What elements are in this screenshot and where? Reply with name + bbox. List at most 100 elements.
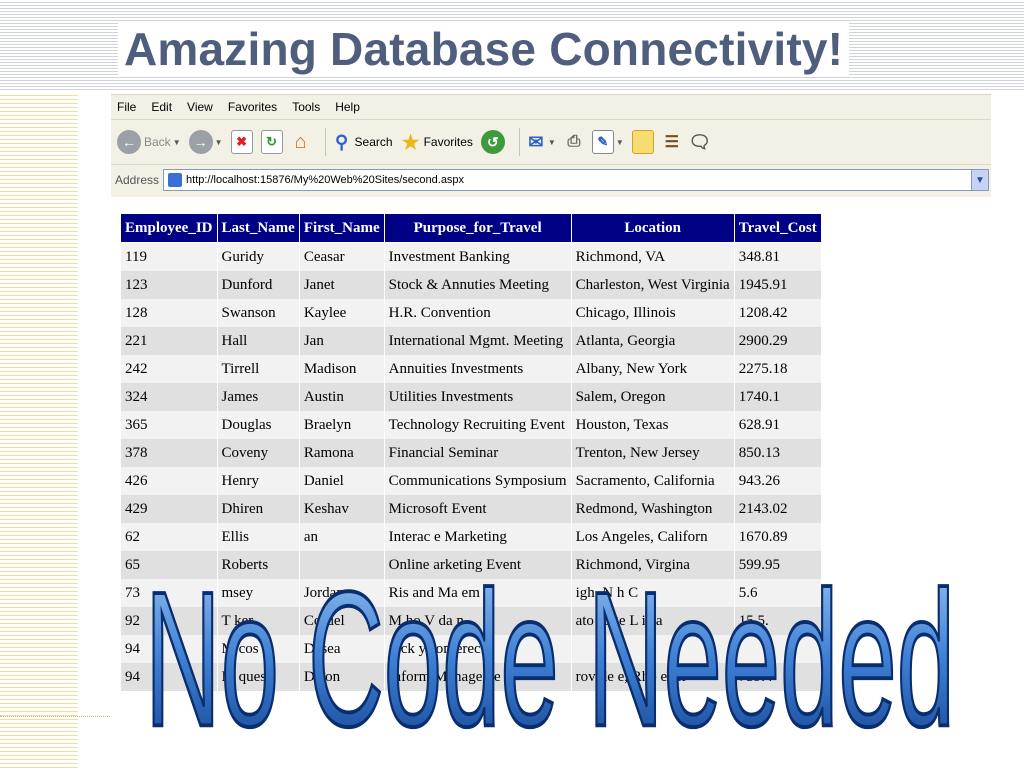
- cell-travel-cost: 2900.29: [733, 327, 822, 355]
- research-button[interactable]: ☰: [662, 131, 682, 153]
- cell-location: Charleston, West Virginia: [570, 271, 735, 299]
- cell-employee-id: 62: [120, 523, 218, 551]
- mail-button[interactable]: ✉ ▼: [526, 131, 556, 153]
- browser-window: File Edit View Favorites Tools Help ← Ba…: [111, 94, 991, 197]
- cell-purpose: Annuities Investments: [383, 355, 572, 383]
- home-button[interactable]: ⌂: [291, 131, 311, 153]
- refresh-button[interactable]: ↻: [260, 130, 283, 154]
- cell-first-name: Da on: [298, 663, 385, 691]
- table-row: 92 T ker Cordel M ho V da n ato R ge L i…: [120, 607, 822, 635]
- cell-travel-cost: 1670.89: [733, 523, 822, 551]
- cell-purpose: International Mgmt. Meeting: [383, 327, 572, 355]
- cell-travel-cost: 15 5.: [733, 607, 822, 635]
- cell-employee-id: 92: [120, 607, 218, 635]
- search-button[interactable]: ⚲ Search: [332, 131, 393, 153]
- home-icon: ⌂: [294, 130, 307, 153]
- slide-title: Amazing Database Connectivity!: [118, 22, 850, 76]
- cell-employee-id: 94: [120, 663, 218, 691]
- cell-purpose: Online arketing Event: [383, 551, 572, 579]
- cell-first-name: an: [298, 523, 385, 551]
- print-button[interactable]: ⎙: [564, 131, 584, 153]
- cell-employee-id: 221: [120, 327, 218, 355]
- cell-purpose: Microsoft Event: [383, 495, 572, 523]
- cell-last-name: Tirrell: [216, 355, 300, 383]
- edit-button[interactable]: ✎ ▼: [591, 130, 624, 154]
- cell-travel-cost: 2275.18: [733, 355, 822, 383]
- forward-arrow-icon: →: [188, 130, 213, 154]
- cell-purpose: Ris and Ma em t: [383, 579, 572, 607]
- menu-file[interactable]: File: [117, 100, 136, 114]
- discuss-button[interactable]: [631, 130, 654, 154]
- back-arrow-icon: ←: [117, 130, 141, 154]
- messenger-button[interactable]: 🗨: [688, 131, 712, 153]
- cell-purpose: Utilities Investments: [383, 383, 572, 411]
- cell-first-name: Ceasar: [298, 242, 385, 271]
- history-button[interactable]: ↺: [480, 130, 505, 154]
- menu-view[interactable]: View: [187, 100, 213, 114]
- edit-dropdown-icon[interactable]: ▼: [616, 138, 624, 147]
- cell-last-name: Henry: [216, 467, 300, 495]
- cell-location: rovide e, Rho e Isl: [570, 663, 735, 691]
- back-dropdown-icon[interactable]: ▼: [173, 138, 181, 147]
- cell-last-name: M cos: [216, 635, 300, 663]
- menu-edit[interactable]: Edit: [151, 100, 172, 114]
- cell-first-name: Austin: [298, 383, 385, 411]
- messenger-bubble-icon: 🗨: [688, 131, 712, 152]
- cell-travel-cost: 1740.1: [733, 383, 822, 411]
- search-label: Search: [354, 135, 393, 149]
- address-input[interactable]: http://localhost:15876/My%20Web%20Sites/…: [163, 169, 989, 191]
- note-icon: [631, 130, 654, 154]
- cell-first-name: Jordan: [298, 579, 385, 607]
- column-header-travel-cost: Travel_Cost: [733, 213, 822, 243]
- cell-location: Richmond, VA: [570, 242, 735, 271]
- cell-location: [570, 635, 735, 663]
- print-icon: ⎙: [567, 133, 581, 150]
- cell-last-name: T ker: [216, 607, 300, 635]
- table-row: 65 Roberts Online arketing Event Richmon…: [120, 551, 822, 579]
- menu-bar: File Edit View Favorites Tools Help: [111, 95, 991, 120]
- cell-location: Albany, New York: [570, 355, 735, 383]
- back-label: Back: [144, 135, 171, 149]
- back-button[interactable]: ← Back ▼: [117, 130, 181, 154]
- menu-tools[interactable]: Tools: [292, 100, 320, 114]
- address-dropdown-icon[interactable]: ▼: [971, 170, 988, 190]
- cell-location: Atlanta, Georgia: [570, 327, 735, 355]
- cell-last-name: Swanson: [216, 299, 300, 327]
- favorites-label: Favorites: [423, 135, 473, 149]
- cell-location: Los Angeles, Californ: [570, 523, 735, 551]
- stop-icon: ✖: [230, 130, 253, 154]
- column-header-location: Location: [570, 213, 735, 243]
- cell-purpose: H.R. Convention: [383, 299, 572, 327]
- favorites-button[interactable]: ★ Favorites: [401, 131, 473, 154]
- cell-employee-id: 378: [120, 439, 218, 467]
- table-row: 73 msey Jordan Ris and Ma em t igh, N h …: [120, 579, 822, 607]
- mail-icon: ✉: [528, 131, 544, 152]
- table-row: 426 Henry Daniel Communications Symposiu…: [120, 467, 822, 495]
- cell-employee-id: 365: [120, 411, 218, 439]
- table-row: 324 James Austin Utilities Investments S…: [120, 383, 822, 411]
- column-header-last-name: Last_Name: [216, 213, 300, 243]
- forward-dropdown-icon[interactable]: ▼: [215, 138, 223, 147]
- cell-location: Richmond, Virgina: [570, 551, 735, 579]
- cell-employee-id: 123: [120, 271, 218, 299]
- cell-location: Chicago, Illinois: [570, 299, 735, 327]
- cell-travel-cost: 2143.02: [733, 495, 822, 523]
- table-row: 119 Guridy Ceasar Investment Banking Ric…: [120, 242, 822, 271]
- cell-last-name: Coveny: [216, 439, 300, 467]
- cell-employee-id: 73: [120, 579, 218, 607]
- mail-dropdown-icon[interactable]: ▼: [548, 138, 556, 147]
- search-icon: ⚲: [334, 131, 349, 152]
- cell-first-name: Janet: [298, 271, 385, 299]
- cell-travel-cost: 943.26: [733, 467, 822, 495]
- cell-first-name: Jan: [298, 327, 385, 355]
- table-row: 123 Dunford Janet Stock & Annuties Meeti…: [120, 271, 822, 299]
- forward-button[interactable]: → ▼: [188, 130, 223, 154]
- cell-travel-cost: 759.4: [733, 663, 822, 691]
- column-header-employee-id: Employee_ID: [120, 213, 218, 243]
- menu-help[interactable]: Help: [335, 100, 360, 114]
- grid-header-row: Employee_ID Last_Name First_Name Purpose…: [120, 213, 822, 243]
- cell-employee-id: 242: [120, 355, 218, 383]
- stop-button[interactable]: ✖: [230, 130, 253, 154]
- menu-favorites[interactable]: Favorites: [228, 100, 277, 114]
- page-icon: [168, 173, 183, 187]
